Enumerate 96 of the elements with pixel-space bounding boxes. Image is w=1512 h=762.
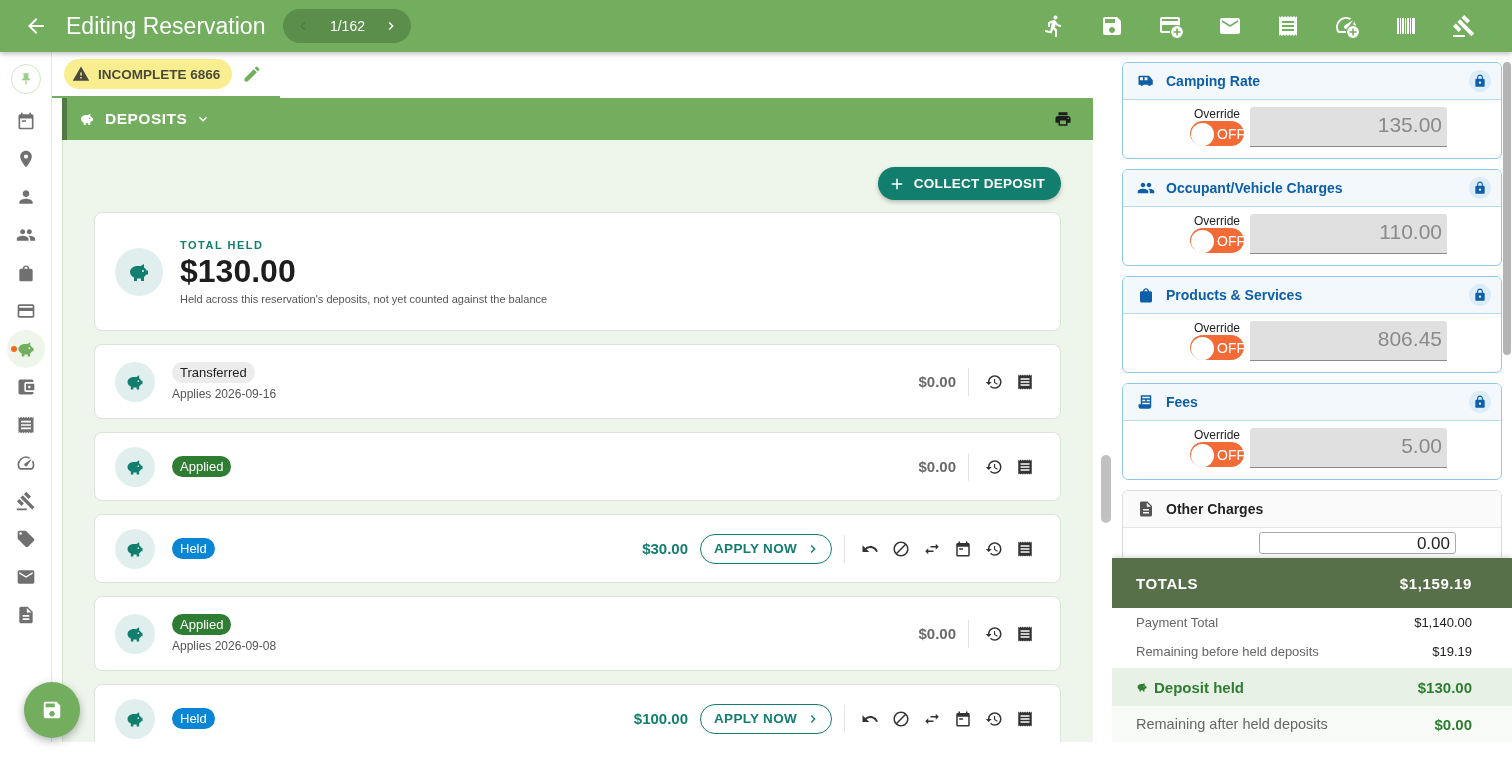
totals-label: Remaining before held deposits xyxy=(1136,644,1319,659)
totals-value: $130.00 xyxy=(1417,678,1472,696)
gavel-icon xyxy=(15,491,36,511)
status-label: INCOMPLETE 6866 xyxy=(98,66,221,82)
sidebar-item[interactable] xyxy=(6,330,45,368)
totals-title: TOTALS xyxy=(1136,574,1199,592)
charge-title: Fees xyxy=(1166,394,1198,410)
status-badge: Applied xyxy=(172,614,232,635)
totals-amount: $1,159.19 xyxy=(1399,574,1472,592)
piggy-bank-icon xyxy=(115,446,155,487)
override-toggle[interactable]: OFF xyxy=(1190,442,1244,467)
section-title: DEPOSITS xyxy=(105,110,188,128)
save-button[interactable] xyxy=(24,682,80,738)
apply-now-button[interactable]: APPLY NOW xyxy=(700,533,832,564)
piggy-bank-icon xyxy=(115,613,155,654)
summary-note: Held across this reservation's deposits, not yet counted against the balance xyxy=(180,292,548,305)
gavel-icon[interactable] xyxy=(1452,14,1476,38)
override-toggle[interactable]: OFF xyxy=(1190,228,1244,253)
totals-value: $0.00 xyxy=(1434,715,1472,733)
piggy-bank-icon xyxy=(115,528,155,569)
totals-value: $1,140.00 xyxy=(1414,615,1472,630)
lock-button[interactable] xyxy=(1469,70,1491,92)
mail-icon xyxy=(15,567,36,587)
block-icon[interactable] xyxy=(892,539,910,558)
charge-title: Other Charges xyxy=(1166,501,1264,517)
amount-field[interactable]: 0.00 xyxy=(1259,532,1456,554)
applies-date: Applies 2026-09-08 xyxy=(172,639,277,653)
history-icon[interactable] xyxy=(985,372,1003,391)
scrollbar-thumb[interactable] xyxy=(1101,455,1111,523)
totals-label: Deposit held xyxy=(1154,678,1244,696)
receipt-icon[interactable] xyxy=(1016,624,1034,643)
totals-label: Remaining after held deposits xyxy=(1136,716,1328,732)
record-counter: 1/162 xyxy=(329,18,365,34)
apply-now-button[interactable]: APPLY NOW xyxy=(700,703,832,734)
override-toggle[interactable]: OFF xyxy=(1190,335,1244,360)
print-icon[interactable] xyxy=(1054,110,1072,128)
history-icon[interactable] xyxy=(985,624,1003,643)
totals-label: Payment Total xyxy=(1136,615,1219,630)
deposit-amount: $30.00 xyxy=(642,540,689,557)
piggy-bank-icon xyxy=(1136,681,1148,693)
save-icon[interactable] xyxy=(1100,14,1124,38)
receipt-icon[interactable] xyxy=(1016,539,1034,558)
override-label: Override xyxy=(1194,428,1240,442)
calendar-icon[interactable] xyxy=(954,709,972,728)
lock-icon xyxy=(1473,288,1487,302)
status-badge: Held xyxy=(172,538,215,559)
override-label: Override xyxy=(1194,107,1240,121)
piggy-bank-icon xyxy=(115,247,163,296)
section-header[interactable]: DEPOSITS xyxy=(62,98,1093,140)
bag-icon xyxy=(1137,286,1155,304)
summary-label: TOTAL HELD xyxy=(180,238,265,251)
piggy-bank-icon xyxy=(115,698,155,739)
status-badge: Applied xyxy=(172,456,232,477)
credit-card-icon xyxy=(15,301,36,321)
history-icon[interactable] xyxy=(985,539,1003,558)
lock-button[interactable] xyxy=(1469,177,1491,199)
receipt-icon[interactable] xyxy=(1016,457,1034,476)
deposit-amount: $0.00 xyxy=(918,625,956,642)
history-icon[interactable] xyxy=(985,457,1003,476)
charge-title: Camping Rate xyxy=(1166,73,1261,89)
page-title: Editing Reservation xyxy=(66,12,266,40)
piggy-bank-icon xyxy=(115,361,155,402)
lock-icon xyxy=(1473,181,1487,195)
deposit-amount: $100.00 xyxy=(633,710,689,727)
applies-date: Applies 2026-09-16 xyxy=(172,387,277,401)
summary-amount: $130.00 xyxy=(180,252,297,290)
override-label: Override xyxy=(1194,321,1240,335)
warning-icon xyxy=(72,65,90,83)
amount-field[interactable]: 110.00 xyxy=(1250,214,1447,254)
amount-field[interactable]: 5.00 xyxy=(1250,428,1447,468)
calendar-icon[interactable] xyxy=(954,539,972,558)
block-icon[interactable] xyxy=(892,709,910,728)
lock-button[interactable] xyxy=(1469,391,1491,413)
charge-title: Occupant/Vehicle Charges xyxy=(1166,180,1343,196)
save-icon xyxy=(41,699,63,721)
tag-icon xyxy=(15,529,36,549)
status-badge: Held xyxy=(172,708,215,729)
amount-field[interactable]: 135.00 xyxy=(1250,107,1447,147)
receipt-icon[interactable] xyxy=(1016,709,1034,728)
deposit-amount: $0.00 xyxy=(918,458,956,475)
override-label: Override xyxy=(1194,214,1240,228)
override-toggle[interactable]: OFF xyxy=(1190,121,1244,146)
speedometer-icon xyxy=(15,453,36,473)
amount-field[interactable]: 806.45 xyxy=(1250,321,1447,361)
totals-value: $19.19 xyxy=(1432,644,1472,659)
receipt-icon[interactable] xyxy=(1016,372,1034,391)
scrollbar-thumb[interactable] xyxy=(1503,62,1511,355)
lock-button[interactable] xyxy=(1469,284,1491,306)
piggy-bank-icon xyxy=(79,111,95,127)
status-badge: Transferred xyxy=(172,362,255,383)
collect-deposit-button[interactable]: COLLECT DEPOSIT xyxy=(877,167,1061,200)
lock-icon xyxy=(1473,74,1487,88)
charge-title: Products & Services xyxy=(1166,287,1303,303)
history-icon[interactable] xyxy=(985,709,1003,728)
lock-icon xyxy=(1473,395,1487,409)
deposit-amount: $0.00 xyxy=(918,373,956,390)
